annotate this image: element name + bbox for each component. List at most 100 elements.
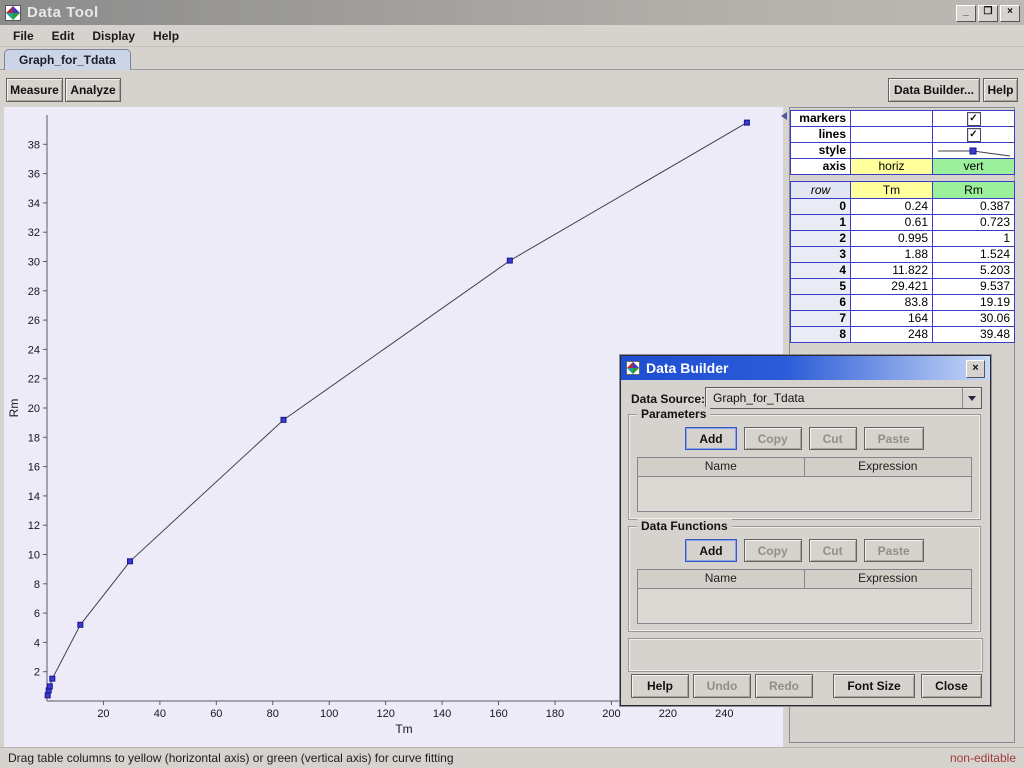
lines-checkbox[interactable]: ✓ <box>967 128 981 142</box>
table-cell[interactable]: 83.8 <box>851 295 933 311</box>
parameters-paste-button[interactable]: Paste <box>864 427 924 450</box>
table-cell[interactable]: 1 <box>791 215 851 231</box>
expression-column-header[interactable]: Expression <box>805 570 972 588</box>
dialog-help-button[interactable]: Help <box>631 674 689 698</box>
undo-button[interactable]: Undo <box>693 674 751 698</box>
table-cell[interactable]: 164 <box>851 311 933 327</box>
table-row[interactable]: 31.881.524 <box>791 247 1015 263</box>
table-cell[interactable]: 5 <box>791 279 851 295</box>
svg-text:36: 36 <box>28 169 40 181</box>
table-cell[interactable]: 39.48 <box>933 327 1015 343</box>
table-cell[interactable]: 1 <box>933 231 1015 247</box>
table-row[interactable]: 824839.48 <box>791 327 1015 343</box>
table-cell[interactable]: 248 <box>851 327 933 343</box>
lines-checkbox-cell[interactable]: ✓ <box>933 127 1015 143</box>
combo-dropdown-button[interactable] <box>962 388 981 408</box>
table-row[interactable]: 529.4219.537 <box>791 279 1015 295</box>
svg-text:22: 22 <box>28 374 40 386</box>
table-cell[interactable]: 1.524 <box>933 247 1015 263</box>
toolbar-help-button[interactable]: Help <box>983 78 1018 102</box>
tab-graph-for-tdata[interactable]: Graph_for_Tdata <box>4 49 131 70</box>
table-cell[interactable]: 30.06 <box>933 311 1015 327</box>
table-row[interactable]: 716430.06 <box>791 311 1015 327</box>
menu-display[interactable]: Display <box>83 27 144 45</box>
table-cell[interactable]: 9.537 <box>933 279 1015 295</box>
parameters-cut-button[interactable]: Cut <box>809 427 857 450</box>
markers-checkbox-cell[interactable]: ✓ <box>933 111 1015 127</box>
table-row[interactable]: 20.9951 <box>791 231 1015 247</box>
table-cell[interactable]: 7 <box>791 311 851 327</box>
functions-add-button[interactable]: Add <box>685 539 736 562</box>
functions-cut-button[interactable]: Cut <box>809 539 857 562</box>
style-preview-cell[interactable] <box>933 143 1015 159</box>
dialog-close-action-button[interactable]: Close <box>921 674 982 698</box>
data-functions-table[interactable]: Name Expression <box>637 569 972 624</box>
table-cell[interactable]: 5.203 <box>933 263 1015 279</box>
svg-text:12: 12 <box>28 520 40 532</box>
table-row[interactable]: 683.819.19 <box>791 295 1015 311</box>
svg-text:18: 18 <box>28 432 40 444</box>
row-header[interactable]: row <box>791 182 851 199</box>
menu-file[interactable]: File <box>4 27 43 45</box>
splitter-collapse-icon[interactable] <box>781 112 787 120</box>
table-cell[interactable]: 6 <box>791 295 851 311</box>
tm-column-header[interactable]: Tm <box>851 182 933 199</box>
svg-text:60: 60 <box>210 708 222 720</box>
lines-label[interactable]: lines <box>791 127 851 143</box>
markers-row: markers ✓ <box>791 111 1015 127</box>
table-cell[interactable]: 0.387 <box>933 199 1015 215</box>
table-cell[interactable]: 0.995 <box>851 231 933 247</box>
redo-button[interactable]: Redo <box>755 674 813 698</box>
table-row[interactable]: 411.8225.203 <box>791 263 1015 279</box>
table-cell[interactable]: 11.822 <box>851 263 933 279</box>
parameters-copy-button[interactable]: Copy <box>744 427 802 450</box>
svg-text:240: 240 <box>715 708 733 720</box>
functions-copy-button[interactable]: Copy <box>744 539 802 562</box>
font-size-button[interactable]: Font Size <box>833 674 915 698</box>
table-row[interactable]: 10.610.723 <box>791 215 1015 231</box>
data-source-combobox[interactable]: Graph_for_Tdata <box>705 387 982 409</box>
table-cell[interactable]: 19.19 <box>933 295 1015 311</box>
svg-text:180: 180 <box>546 708 564 720</box>
table-cell[interactable]: 2 <box>791 231 851 247</box>
tab-strip: Graph_for_Tdata <box>0 47 1024 70</box>
table-row[interactable]: 00.240.387 <box>791 199 1015 215</box>
table-cell[interactable]: 0.24 <box>851 199 933 215</box>
restore-button[interactable]: ❐ <box>978 5 998 22</box>
dialog-title-bar[interactable]: Data Builder <box>621 356 990 380</box>
parameters-add-button[interactable]: Add <box>685 427 736 450</box>
minimize-button[interactable]: _ <box>956 5 976 22</box>
name-column-header[interactable]: Name <box>638 458 805 476</box>
rm-column-header[interactable]: Rm <box>933 182 1015 199</box>
table-cell[interactable]: 0.61 <box>851 215 933 231</box>
name-column-header[interactable]: Name <box>638 570 805 588</box>
functions-paste-button[interactable]: Paste <box>864 539 924 562</box>
markers-checkbox[interactable]: ✓ <box>967 112 981 126</box>
svg-text:24: 24 <box>28 344 40 356</box>
window-controls: _ ❐ × <box>956 5 1020 22</box>
table-cell[interactable]: 4 <box>791 263 851 279</box>
axis-horiz-cell[interactable]: horiz <box>851 159 933 175</box>
axis-vert-cell[interactable]: vert <box>933 159 1015 175</box>
expression-column-header[interactable]: Expression <box>805 458 972 476</box>
parameters-table[interactable]: Name Expression <box>637 457 972 512</box>
table-cell[interactable]: 0 <box>791 199 851 215</box>
axis-label[interactable]: axis <box>791 159 851 175</box>
dialog-close-button[interactable]: × <box>966 360 985 378</box>
chevron-down-icon <box>968 396 976 401</box>
table-cell[interactable]: 1.88 <box>851 247 933 263</box>
analyze-button[interactable]: Analyze <box>65 78 121 102</box>
markers-label[interactable]: markers <box>791 111 851 127</box>
svg-text:120: 120 <box>376 708 394 720</box>
style-label[interactable]: style <box>791 143 851 159</box>
menu-edit[interactable]: Edit <box>43 27 84 45</box>
close-button[interactable]: × <box>1000 5 1020 22</box>
table-cell[interactable]: 3 <box>791 247 851 263</box>
data-builder-button[interactable]: Data Builder... <box>888 78 980 102</box>
menu-help[interactable]: Help <box>144 27 188 45</box>
svg-text:20: 20 <box>28 403 40 415</box>
measure-button[interactable]: Measure <box>6 78 63 102</box>
table-cell[interactable]: 8 <box>791 327 851 343</box>
table-cell[interactable]: 0.723 <box>933 215 1015 231</box>
table-cell[interactable]: 29.421 <box>851 279 933 295</box>
